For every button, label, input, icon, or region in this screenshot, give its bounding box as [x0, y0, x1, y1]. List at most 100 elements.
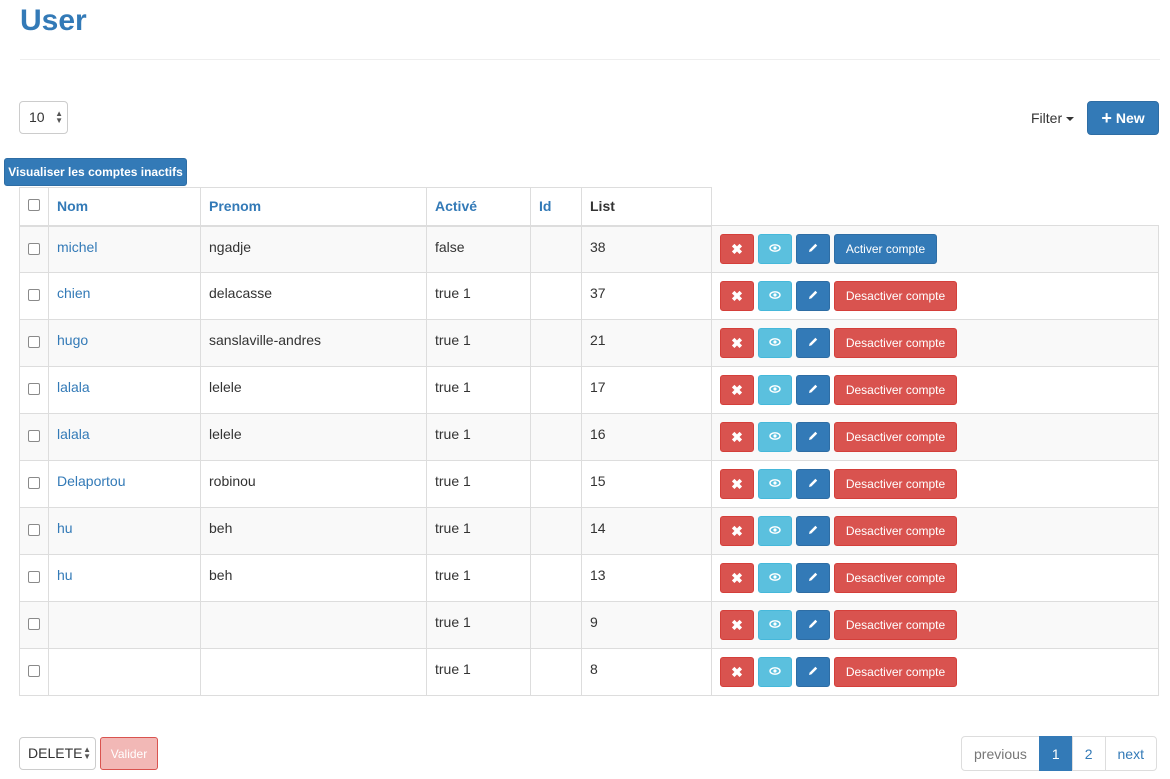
view-button[interactable]: [758, 328, 792, 358]
column-header-active[interactable]: Activé: [426, 187, 531, 227]
view-button[interactable]: [758, 563, 792, 593]
close-icon: ✖: [731, 381, 743, 398]
edit-button[interactable]: [796, 281, 830, 311]
delete-button[interactable]: ✖: [720, 328, 754, 358]
select-arrows-icon: ▲ ▼: [55, 109, 63, 125]
edit-button[interactable]: [796, 657, 830, 687]
cell-active: true 1: [426, 460, 531, 508]
column-header-id[interactable]: Id: [530, 187, 582, 227]
title-divider: [20, 59, 1160, 60]
row-checkbox[interactable]: [28, 571, 40, 583]
cell-nom[interactable]: Delaportou: [48, 460, 201, 508]
bulk-action-value: DELETE: [28, 745, 83, 761]
delete-button[interactable]: ✖: [720, 422, 754, 452]
per-page-select[interactable]: 10 ▲ ▼: [19, 101, 68, 134]
submit-button[interactable]: Valider: [100, 737, 158, 770]
cell-nom[interactable]: lalala: [48, 413, 201, 461]
row-checkbox[interactable]: [28, 618, 40, 630]
row-checkbox[interactable]: [28, 383, 40, 395]
toggle-account-button[interactable]: Desactiver compte: [834, 281, 957, 311]
delete-button[interactable]: ✖: [720, 563, 754, 593]
view-button[interactable]: [758, 469, 792, 499]
row-select-cell: [19, 413, 49, 461]
delete-button[interactable]: ✖: [720, 516, 754, 546]
pagination-page-2[interactable]: 2: [1071, 736, 1106, 771]
view-button[interactable]: [758, 234, 792, 264]
row-select-cell: [19, 460, 49, 508]
edit-button[interactable]: [796, 516, 830, 546]
delete-button[interactable]: ✖: [720, 234, 754, 264]
cell-actions: ✖ Desactiver compte: [711, 601, 1159, 649]
toggle-account-button[interactable]: Desactiver compte: [834, 422, 957, 452]
edit-button[interactable]: [796, 469, 830, 499]
toggle-account-button[interactable]: Desactiver compte: [834, 657, 957, 687]
pencil-icon: [807, 430, 819, 445]
view-button[interactable]: [758, 281, 792, 311]
pagination-next[interactable]: next: [1104, 736, 1157, 771]
view-button[interactable]: [758, 375, 792, 405]
toggle-account-button[interactable]: Desactiver compte: [834, 610, 957, 640]
new-button-label: New: [1115, 110, 1145, 126]
view-inactive-accounts-button[interactable]: Visualiser les comptes inactifs: [4, 158, 187, 186]
delete-button[interactable]: ✖: [720, 657, 754, 687]
view-button[interactable]: [758, 422, 792, 452]
table-row: true 1 8 ✖ Desactiver compte: [19, 648, 1159, 696]
edit-button[interactable]: [796, 328, 830, 358]
pagination-previous[interactable]: previous: [961, 736, 1040, 771]
row-checkbox[interactable]: [28, 336, 40, 348]
column-header-nom[interactable]: Nom: [48, 187, 201, 227]
table-row: hugo sanslaville-andres true 1 21 ✖ Desactive…: [19, 319, 1159, 367]
pagination-page-1[interactable]: 1: [1038, 736, 1073, 771]
table-row: hu beh true 1 13 ✖ Desactiver compte: [19, 554, 1159, 602]
cell-nom[interactable]: hu: [48, 507, 201, 555]
view-button[interactable]: [758, 610, 792, 640]
cell-nom[interactable]: [48, 648, 201, 696]
close-icon: ✖: [731, 475, 743, 492]
row-checkbox[interactable]: [28, 665, 40, 677]
edit-button[interactable]: [796, 375, 830, 405]
toggle-account-button[interactable]: Desactiver compte: [834, 469, 957, 499]
cell-actions: ✖ Desactiver compte: [711, 460, 1159, 508]
cell-nom[interactable]: hugo: [48, 319, 201, 367]
edit-button[interactable]: [796, 563, 830, 593]
select-all-checkbox[interactable]: [28, 199, 40, 212]
toggle-account-button[interactable]: Activer compte: [834, 234, 937, 264]
cell-actions: ✖ Desactiver compte: [711, 319, 1159, 367]
close-icon: ✖: [731, 334, 743, 351]
cell-nom[interactable]: lalala: [48, 366, 201, 414]
close-icon: ✖: [731, 569, 743, 586]
row-checkbox[interactable]: [28, 477, 40, 489]
close-icon: ✖: [731, 428, 743, 445]
toggle-account-button[interactable]: Desactiver compte: [834, 328, 957, 358]
delete-button[interactable]: ✖: [720, 610, 754, 640]
row-checkbox[interactable]: [28, 242, 40, 255]
delete-button[interactable]: ✖: [720, 375, 754, 405]
view-button[interactable]: [758, 516, 792, 546]
close-icon: ✖: [731, 240, 743, 257]
view-button[interactable]: [758, 657, 792, 687]
toggle-account-button[interactable]: Desactiver compte: [834, 375, 957, 405]
delete-button[interactable]: ✖: [720, 281, 754, 311]
row-checkbox[interactable]: [28, 430, 40, 442]
row-checkbox[interactable]: [28, 524, 40, 536]
cell-prenom: ngadje: [200, 225, 427, 273]
filter-dropdown[interactable]: Filter: [1031, 110, 1075, 126]
edit-button[interactable]: [796, 610, 830, 640]
cell-nom[interactable]: [48, 601, 201, 649]
column-header-prenom[interactable]: Prenom: [200, 187, 427, 227]
cell-nom[interactable]: chien: [48, 272, 201, 320]
toggle-account-button[interactable]: Desactiver compte: [834, 563, 957, 593]
cell-nom[interactable]: hu: [48, 554, 201, 602]
edit-button[interactable]: [796, 234, 830, 264]
toggle-account-button[interactable]: Desactiver compte: [834, 516, 957, 546]
edit-button[interactable]: [796, 422, 830, 452]
cell-id: [530, 225, 582, 273]
row-checkbox[interactable]: [28, 289, 40, 301]
cell-nom[interactable]: michel: [48, 225, 201, 273]
new-button[interactable]: + New: [1087, 101, 1159, 135]
cell-active: true 1: [426, 601, 531, 649]
cell-active: true 1: [426, 366, 531, 414]
cell-list: 15: [581, 460, 712, 508]
bulk-action-select[interactable]: DELETE ▲ ▼: [19, 737, 96, 770]
delete-button[interactable]: ✖: [720, 469, 754, 499]
